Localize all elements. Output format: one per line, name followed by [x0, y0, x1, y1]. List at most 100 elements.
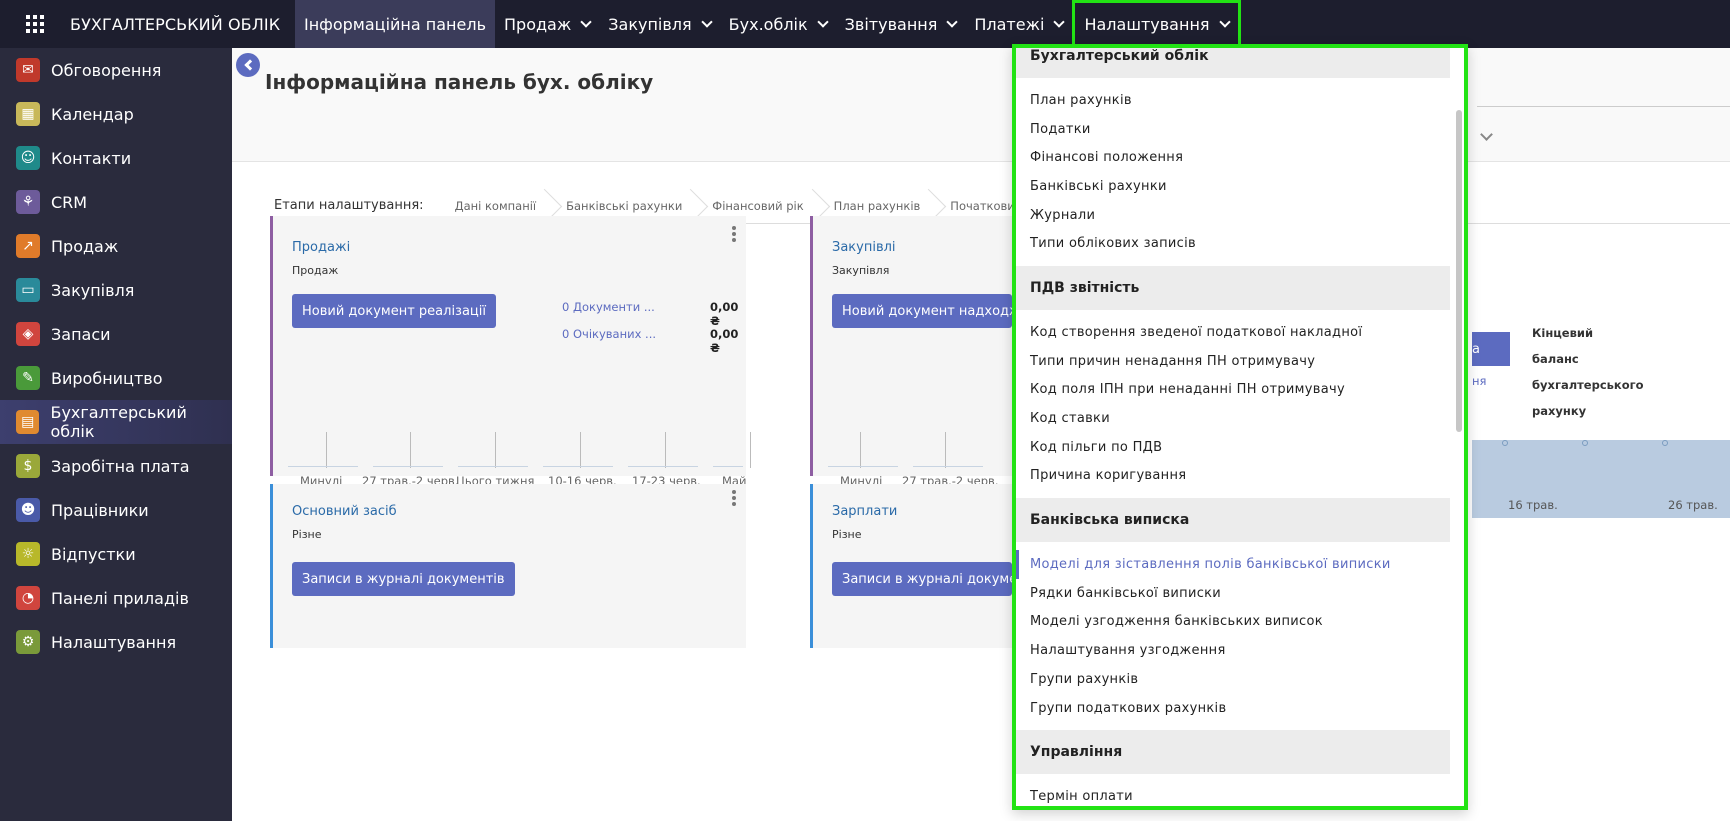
- sidebar-item[interactable]: ◔ Панелі приладів: [0, 576, 232, 620]
- dropdown-menu-item[interactable]: Типи облікових записів: [1016, 229, 1464, 258]
- sidebar-item-label: Заробітна плата: [51, 456, 190, 476]
- graph-bar: [458, 466, 528, 467]
- graph-tick: [945, 432, 946, 468]
- sidebar-item-label: Продаж: [51, 236, 119, 256]
- dropdown-menu-item[interactable]: Податки: [1016, 115, 1464, 144]
- dropdown-menu-item[interactable]: Рядки банківської виписки: [1016, 579, 1464, 608]
- dropdown-menu-item[interactable]: Код поля ІПН при ненаданні ПН отримувачу: [1016, 376, 1464, 405]
- dropdown-menu-item[interactable]: Код створення зведеної податкової наклад…: [1016, 318, 1464, 347]
- menu-label: Налаштування: [1084, 14, 1210, 34]
- chevron-down-icon: [580, 15, 592, 28]
- sidebar-item-label: Обговорення: [51, 60, 162, 80]
- contacts-icon: ☺: [16, 146, 40, 170]
- journal-card-assets: Основний засіб Різне Записи в журналі до…: [270, 484, 746, 648]
- menu-label: Звітування: [844, 14, 938, 34]
- chevron-left-icon: [244, 59, 256, 71]
- menu-label: Інформаційна панель: [304, 14, 486, 34]
- menu-accounting[interactable]: Бух.облік: [720, 0, 836, 48]
- dropdown-menu-item[interactable]: Моделі узгодження банківських виписок: [1016, 608, 1464, 637]
- menu-purchases[interactable]: Закупівля: [599, 0, 719, 48]
- sidebar-item[interactable]: $ Заробітна плата: [0, 444, 232, 488]
- menu-label: Продаж: [504, 14, 572, 34]
- sidebar-item-label: Закупівля: [51, 280, 135, 300]
- dropdown-menu-item[interactable]: Термін оплати: [1016, 782, 1464, 806]
- top-navbar: БУХГАЛТЕРСЬКИЙ ОБЛІК Інформаційна панель…: [0, 0, 1730, 48]
- journal-entries-button[interactable]: Записи в журналі документів: [292, 562, 515, 596]
- journal-entries-button[interactable]: Записи в журналі документів: [832, 562, 1012, 596]
- dropdown-menu-item[interactable]: Причина коригування: [1016, 462, 1464, 491]
- sidebar-item-label: Календар: [51, 104, 134, 124]
- sidebar-item[interactable]: ▦ Календар: [0, 92, 232, 136]
- new-bill-button[interactable]: Новий документ надходження: [832, 294, 1012, 328]
- kebab-menu-icon[interactable]: [732, 226, 736, 244]
- sidebar-item[interactable]: ⚙ Налаштування: [0, 620, 232, 664]
- graph-bar: [288, 466, 358, 467]
- menu-sales[interactable]: Продаж: [495, 0, 599, 48]
- card-title[interactable]: Основний засіб: [292, 504, 397, 519]
- dropdown-menu-item[interactable]: Моделі для зіставлення полів банківської…: [1016, 550, 1464, 579]
- dropdown-spacer: [1016, 774, 1464, 782]
- menu-settings[interactable]: Налаштування: [1072, 0, 1241, 48]
- balance-label: Кінцевий баланс бухгалтерського рахунку: [1532, 320, 1644, 424]
- sidebar-item[interactable]: ✉ Обговорення: [0, 48, 232, 92]
- stat-link[interactable]: 0 Документи ...: [562, 300, 655, 314]
- sidebar-item-label: Бухгалтерський облік: [50, 403, 187, 441]
- graph-tick: [860, 432, 861, 468]
- calendar-icon: ▦: [16, 102, 40, 126]
- sidebar-item[interactable]: ☼ Відпустки: [0, 532, 232, 576]
- sidebar-item[interactable]: ☺ Контакти: [0, 136, 232, 180]
- graph-bar: [628, 466, 698, 467]
- control-panel: Інформаційна панель бух. обліку: [232, 48, 1730, 162]
- menu-dashboard[interactable]: Інформаційна панель: [295, 0, 495, 48]
- kebab-menu-icon[interactable]: [732, 490, 736, 508]
- dropdown-menu-item[interactable]: Журнали: [1016, 201, 1464, 230]
- card-button-fragment[interactable]: а: [1472, 332, 1510, 366]
- apps-menu-button[interactable]: [0, 0, 70, 48]
- sidebar-item[interactable]: ⚘ CRM: [0, 180, 232, 224]
- dropdown-menu-item[interactable]: Фінансові положення: [1016, 143, 1464, 172]
- dropdown-menu-item[interactable]: Код пільги по ПДВ: [1016, 433, 1464, 462]
- sidebar-item[interactable]: ✎ Виробництво: [0, 356, 232, 400]
- chevron-down-icon: [700, 15, 713, 28]
- sidebar-item[interactable]: ↗ Продаж: [0, 224, 232, 268]
- sidebar-item-label: Налаштування: [51, 632, 177, 652]
- balance-label-line: баланс: [1532, 352, 1579, 366]
- scrollbar[interactable]: [1456, 110, 1462, 432]
- dropdown-spacer: [1016, 722, 1464, 730]
- chart-axis-label: 16 трав.: [1508, 498, 1558, 512]
- sidebar-item[interactable]: ▭ Закупівля: [0, 268, 232, 312]
- dropdown-spacer: [1016, 258, 1464, 266]
- menu-label: Бух.облік: [728, 14, 808, 34]
- dropdown-menu-item[interactable]: План рахунків: [1016, 86, 1464, 115]
- dropdown-menu-item[interactable]: Код ставки: [1016, 404, 1464, 433]
- sidebar-item[interactable]: ☻ Працівники: [0, 488, 232, 532]
- sidebar-item-label: Відпустки: [51, 544, 136, 564]
- card-title[interactable]: Закупівлі: [832, 240, 896, 255]
- card-link-fragment[interactable]: ня: [1472, 374, 1486, 388]
- bank-balance-chart: 16 трав. 26 трав.: [1472, 440, 1730, 518]
- sidebar-item[interactable]: ▤ Бухгалтерський облік: [0, 400, 232, 444]
- chart-line-icon: ↗: [16, 234, 40, 258]
- chevron-down-icon[interactable]: [1480, 128, 1493, 141]
- sidebar-item[interactable]: ◈ Запаси: [0, 312, 232, 356]
- stat-link[interactable]: 0 Очікуваних ...: [562, 327, 656, 341]
- chat-icon: ✉: [16, 58, 40, 82]
- card-subtitle: Продаж: [292, 264, 339, 277]
- dropdown-menu-item[interactable]: Групи рахунків: [1016, 665, 1464, 694]
- menu-reporting[interactable]: Звітування: [836, 0, 966, 48]
- card-accent-bar: [810, 484, 813, 648]
- graph-tick: [326, 432, 327, 468]
- app-sidebar: ✉ Обговорення ▦ Календар ☺ Контакти ⚘ CRM ↗ Прода…: [0, 48, 232, 821]
- menu-label: Закупівля: [608, 14, 692, 34]
- dropdown-menu-item[interactable]: Банківські рахунки: [1016, 172, 1464, 201]
- dropdown-menu-item[interactable]: Групи податкових рахунків: [1016, 694, 1464, 723]
- menu-payments[interactable]: Платежі: [965, 0, 1072, 48]
- dropdown-menu-item[interactable]: Типи причин ненадання ПН отримувачу: [1016, 347, 1464, 376]
- new-invoice-button[interactable]: Новий документ реалізації: [292, 294, 497, 328]
- collapse-sidebar-button[interactable]: [236, 53, 260, 77]
- card-title[interactable]: Зарплати: [832, 504, 897, 519]
- dropdown-section-header: ПДВ звітність: [1016, 266, 1450, 311]
- graph-tick: [665, 432, 666, 468]
- dropdown-menu-item[interactable]: Налаштування узгодження: [1016, 636, 1464, 665]
- card-title[interactable]: Продажі: [292, 240, 350, 255]
